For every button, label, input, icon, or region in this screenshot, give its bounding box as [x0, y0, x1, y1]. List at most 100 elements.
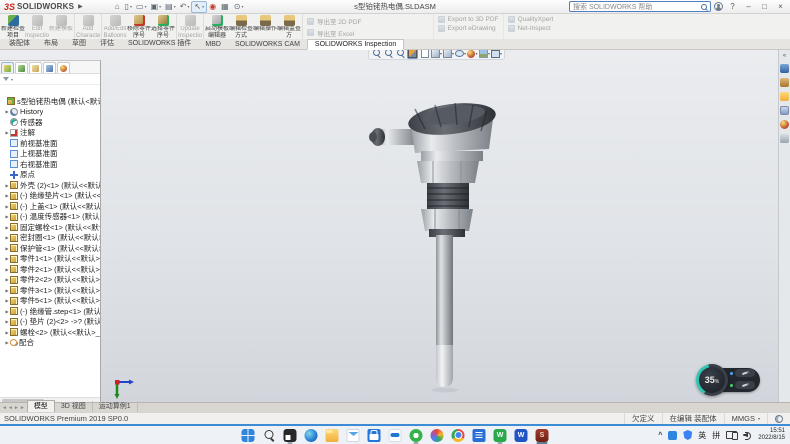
tree-item[interactable]: ▶ (-) 绝缘管.step<1> (默认<<默认>	[0, 306, 100, 317]
tree-item[interactable]: 右视基准面	[0, 159, 100, 170]
tray-shield-icon[interactable]	[683, 430, 692, 440]
export-menu-item[interactable]: Net-Inspect	[508, 25, 554, 32]
ribbon-button[interactable]: 新建模板	[49, 14, 73, 39]
tree-item[interactable]: 传感器	[0, 117, 100, 128]
login-icon[interactable]	[714, 2, 723, 11]
reader-blue-icon[interactable]	[473, 429, 486, 442]
select-tool-icon[interactable]: ↖▾	[191, 1, 207, 13]
search-taskbar-icon[interactable]	[263, 429, 276, 442]
tree-item[interactable]: ▶ 保护管<1> (默认<<默认>_显示状	[0, 243, 100, 254]
thermocouple-model[interactable]	[355, 95, 505, 395]
wps-icon[interactable]: W	[494, 429, 507, 442]
save-icon[interactable]: ▣▾	[149, 1, 164, 13]
dropdown-caret-icon[interactable]: ▾	[174, 4, 176, 9]
tab-nav-arrow-icon[interactable]: ►	[14, 405, 19, 411]
edge-icon[interactable]	[305, 429, 318, 442]
ribbon-tab[interactable]: 装配体	[2, 37, 37, 49]
dropdown-caret-icon[interactable]: ▾	[241, 4, 243, 9]
maximize-button[interactable]: □	[758, 1, 771, 12]
ribbon-button[interactable]: 编辑操作	[253, 14, 277, 39]
export-menu-item[interactable]: 导出至 2D PDF	[307, 16, 429, 26]
file-properties-icon[interactable]: ▦	[219, 1, 232, 13]
tree-item[interactable]: 原点	[0, 170, 100, 181]
help-button[interactable]: ?	[726, 1, 739, 12]
battery-ring-icon[interactable]: 35 %	[696, 364, 728, 396]
tree-item[interactable]: ▶ (-) 绝缘垫片<1> (默认<<默认>_显示状	[0, 191, 100, 202]
store-icon[interactable]	[368, 429, 381, 442]
tab-nav-arrow-icon[interactable]: ►	[20, 405, 25, 411]
units-selector[interactable]: MMGS▾	[724, 413, 767, 424]
print-icon[interactable]: ▤▾	[163, 1, 178, 13]
ribbon-button[interactable]: Add/Edit Balloons	[103, 14, 127, 39]
filter-caret-icon[interactable]: ▾	[11, 77, 13, 82]
undo-icon[interactable]: ↶▾	[178, 1, 192, 13]
document-tab[interactable]: 运动算例1	[93, 401, 138, 412]
export-menu-item[interactable]: Export to 3D PDF	[438, 16, 499, 23]
rebuild-icon[interactable]: ◉	[207, 1, 219, 13]
tree-item[interactable]: ▶ 配合	[0, 338, 100, 349]
tree-item[interactable]: s型铂铑热电偶 (默认<默认_显示状态-1	[0, 96, 100, 107]
pen-button[interactable]	[735, 369, 755, 377]
tree-item[interactable]: ▶ 零件5<1> (默认<<默认>_显示状态	[0, 296, 100, 307]
new-document-icon[interactable]: ▯▾	[123, 1, 134, 13]
options-icon[interactable]: ⊙▾	[232, 1, 246, 13]
filter-funnel-icon[interactable]	[3, 77, 9, 81]
design-library-icon[interactable]	[780, 78, 789, 87]
ribbon-button[interactable]: 编辑监查方	[277, 14, 301, 39]
ribbon-button[interactable]: Update Inspection Project	[178, 14, 202, 39]
tree-item[interactable]: 上视基准面	[0, 149, 100, 160]
ribbon-button[interactable]: 移除零件序号	[127, 14, 151, 39]
home-icon[interactable]: ⌂	[113, 1, 123, 13]
ime-mode-indicator[interactable]: 拼	[712, 430, 720, 441]
manager-tab[interactable]	[29, 62, 42, 73]
ribbon-tab[interactable]: 评估	[93, 37, 121, 49]
file-explorer-pane-icon[interactable]	[780, 92, 789, 101]
ribbon-button[interactable]: Edit Inspection Project	[25, 14, 49, 39]
ribbon-button[interactable]: Add Characteristic	[76, 14, 100, 39]
cast-icon[interactable]	[726, 431, 737, 439]
manager-tab[interactable]	[57, 62, 70, 73]
tree-item[interactable]: ▶ 零件3<1> (默认<<默认>_显示状态	[0, 285, 100, 296]
mail-icon[interactable]	[347, 429, 360, 442]
tree-item[interactable]: ▶ (-) 温度传感器<1> (默认<<默认>_显示状	[0, 212, 100, 223]
ribbon-tab[interactable]: SOLIDWORKS 插件	[121, 37, 198, 49]
export-menu-item[interactable]: Export eDrawing	[438, 25, 499, 32]
start-icon[interactable]	[242, 429, 255, 442]
task-pane-collapse-icon[interactable]: «	[783, 53, 786, 59]
search-icon[interactable]	[701, 4, 707, 10]
ribbon-button[interactable]: 选择零件序号	[151, 14, 175, 39]
appearances-scenes-icon[interactable]	[780, 120, 789, 129]
export-menu-item[interactable]: 导出至 Excel	[307, 28, 429, 38]
overlay-assistant-widget[interactable]: 35 %	[696, 364, 760, 396]
logo-flyout-icon[interactable]: ▶	[78, 3, 83, 10]
graphics-viewport[interactable]: ▾▾▾▾▾▾ 35 %	[0, 50, 790, 402]
view-palette-icon[interactable]	[780, 106, 789, 115]
ime-language-indicator[interactable]: 英	[698, 430, 706, 441]
task-view-icon[interactable]	[284, 429, 297, 442]
ribbon-tab[interactable]: SOLIDWORKS CAM	[228, 40, 307, 49]
ribbon-button[interactable]: 编辑检查方式	[229, 14, 253, 39]
dropdown-caret-icon[interactable]: ▾	[159, 4, 161, 9]
close-button[interactable]: ×	[774, 1, 787, 12]
globe-status[interactable]	[767, 413, 790, 424]
solidworks-app-icon[interactable]: S	[536, 429, 549, 442]
tray-app-blue-icon[interactable]	[668, 431, 677, 440]
manager-tab[interactable]	[15, 62, 28, 73]
ribbon-button[interactable]: 新建检查项目 (amp;N)	[1, 14, 25, 39]
manager-tab[interactable]	[1, 62, 14, 73]
brush-button[interactable]	[735, 381, 755, 389]
file-explorer-icon[interactable]	[326, 429, 339, 442]
custom-properties-icon[interactable]	[780, 134, 789, 143]
minimize-button[interactable]: –	[742, 1, 755, 12]
tree-item[interactable]: ▶ 零件2<1> (默认<<默认>_显示状态	[0, 264, 100, 275]
export-menu-item[interactable]: QualityXpert	[508, 16, 554, 23]
ribbon-tab[interactable]: 草图	[65, 37, 93, 49]
tree-item[interactable]: 前视基准面	[0, 138, 100, 149]
tree-item[interactable]: ▶ 零件2<2> (默认<<默认>_显示状态	[0, 275, 100, 286]
tree-item[interactable]: ▶ 外壳 (2)<1> (默认<<默认>_显示状	[0, 180, 100, 191]
word-icon[interactable]: W	[515, 429, 528, 442]
ribbon-tab[interactable]: MBD	[198, 40, 228, 49]
tree-item[interactable]: ▶ 零件1<1> (默认<<默认>_显示状态	[0, 254, 100, 265]
tree-item[interactable]: ▶ (-) 上盖<1> (默认<<默认>_显示状	[0, 201, 100, 212]
onedrive-icon[interactable]	[389, 429, 402, 442]
